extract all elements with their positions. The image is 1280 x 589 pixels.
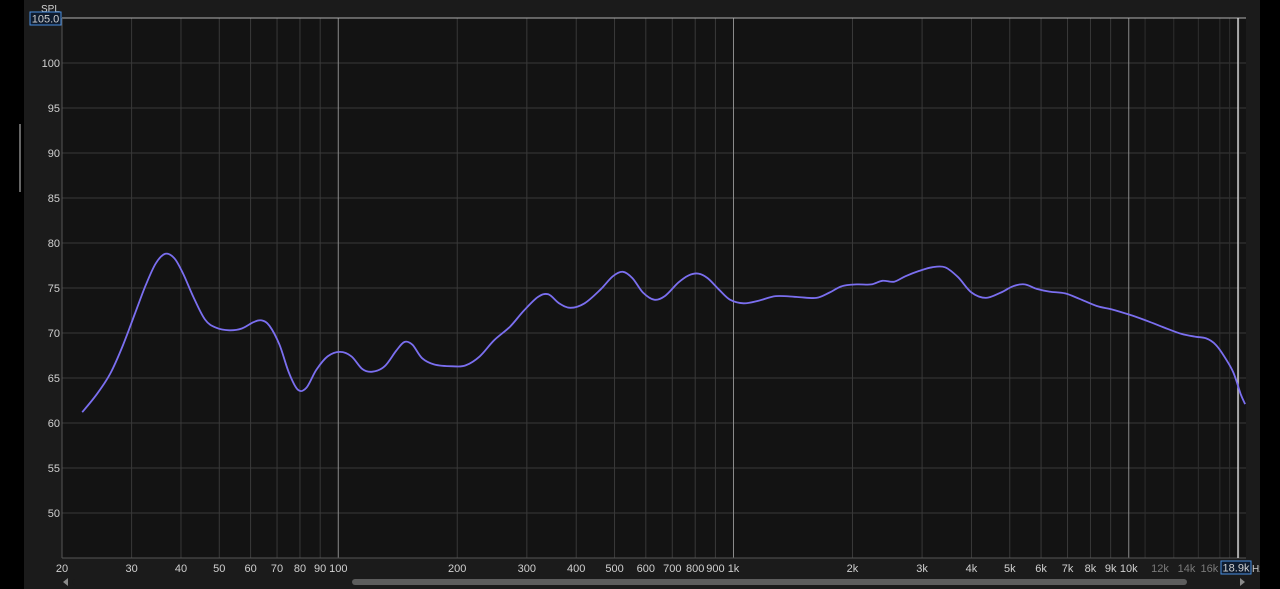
x-tick-label: 9k: [1105, 563, 1117, 575]
horizontal-scrollbar[interactable]: [62, 578, 1246, 586]
x-tick-label: 5k: [1004, 563, 1016, 575]
x-tick-label: 60: [244, 563, 256, 575]
y-tick-label: 80: [48, 238, 60, 250]
x-tick-label: 8k: [1085, 563, 1097, 575]
x-tick-label: 14k: [1178, 563, 1196, 575]
x-tick-label: 30: [125, 563, 137, 575]
x-tick-label: 10k: [1120, 563, 1138, 575]
x-tick-label: 20: [56, 563, 68, 575]
y-tick-label: 100: [42, 58, 60, 70]
x-tick-label: 300: [518, 563, 536, 575]
x-tick-label: 6k: [1035, 563, 1047, 575]
frequency-response-chart: 5055606570758085909510020 30 40 50 60 70 80 90 1…: [29, 4, 1260, 575]
y-tick-label: 55: [48, 463, 60, 475]
y-tick-label: 50: [48, 508, 60, 520]
y-tick-label: 60: [48, 418, 60, 430]
x-tick-label: 50: [213, 563, 225, 575]
x-tick-label: 3k: [916, 563, 928, 575]
y-tick-label: 65: [48, 373, 60, 385]
x-tick-label: 1k: [728, 563, 740, 575]
y-tick-label: 90: [48, 148, 60, 160]
y-tick-label: 95: [48, 103, 60, 115]
x-tick-label: 40: [175, 563, 187, 575]
x-tick-label: 700: [663, 563, 681, 575]
x-tick-label: 7k: [1062, 563, 1074, 575]
x-tick-label: 900: [706, 563, 724, 575]
chart-panel: 50 55 60 65 70 75 80 85 90 95 100 20 30 40 50 60 70 80 90 1…: [24, 0, 1260, 589]
scroll-right-arrow-icon[interactable]: [1240, 578, 1245, 586]
x-tick-label: 100: [329, 563, 347, 575]
x-max-input[interactable]: 18.9k: [1223, 563, 1250, 575]
x-tick-label: 12k: [1151, 563, 1169, 575]
grid-layer: [61, 17, 1246, 558]
x-tick-label: 500: [605, 563, 623, 575]
panel-resize-handle[interactable]: [19, 124, 21, 192]
x-tick-label: 2k: [847, 563, 859, 575]
y-tick-label: 75: [48, 283, 60, 295]
x-tick-label: 800: [686, 563, 704, 575]
scroll-left-arrow-icon[interactable]: [63, 578, 68, 586]
app-window: 50 55 60 65 70 75 80 85 90 95 100 20 30 40 50 60 70 80 90 1…: [0, 0, 1280, 589]
x-axis-unit: Hz: [1252, 564, 1260, 575]
x-tick-label: 80: [294, 563, 306, 575]
x-tick-label: 600: [637, 563, 655, 575]
x-tick-label: 16k: [1201, 563, 1219, 575]
x-tick-label: 200: [448, 563, 466, 575]
scroll-thumb[interactable]: [352, 579, 1187, 585]
x-tick-label: 70: [271, 563, 283, 575]
x-tick-label: 4k: [966, 563, 978, 575]
x-tick-label: 90: [314, 563, 326, 575]
y-max-input[interactable]: 105.0: [32, 14, 60, 26]
x-tick-label: 400: [567, 563, 585, 575]
y-tick-label: 70: [48, 328, 60, 340]
y-tick-label: 85: [48, 193, 60, 205]
